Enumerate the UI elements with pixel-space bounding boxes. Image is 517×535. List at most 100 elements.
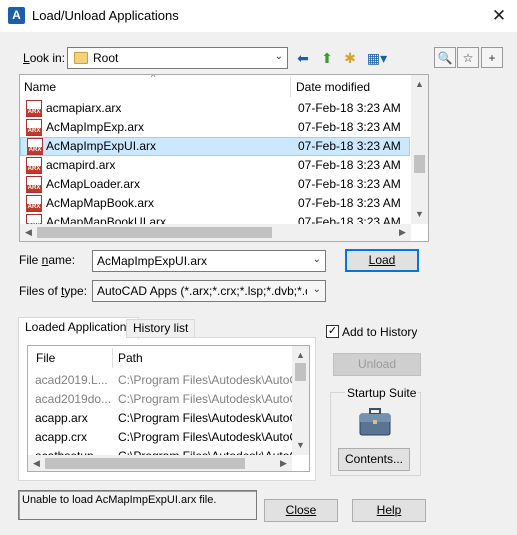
column-name-label: Name xyxy=(24,80,57,94)
file-row[interactable]: acmapird.arx 07-Feb-18 3:23 AM xyxy=(20,156,410,175)
new-folder-icon[interactable]: ✱ xyxy=(339,48,361,68)
arx-file-icon xyxy=(26,157,42,174)
loaded-app-row[interactable]: acapp.crx C:\Program Files\Autodesk\Auto… xyxy=(28,428,293,447)
scroll-right-icon[interactable]: ▶ xyxy=(275,458,292,469)
loaded-app-path: C:\Program Files\Autodesk\AutoCA... xyxy=(118,411,293,425)
scrollbar-thumb[interactable] xyxy=(37,227,272,238)
title-bar: A Load/Unload Applications ✕ xyxy=(0,0,517,32)
column-path-label: Path xyxy=(118,351,143,365)
file-name-value: AcMapImpExpUI.arx xyxy=(97,254,208,268)
scroll-up-icon[interactable]: ▲ xyxy=(292,350,309,360)
loaded-app-path: C:\Program Files\Autodesk\AutoCA... xyxy=(118,430,293,444)
loaded-app-file: acad2019do... xyxy=(35,392,112,406)
file-name-input[interactable]: AcMapImpExpUI.arx ⌄ xyxy=(92,250,326,272)
chevron-down-icon: ⌄ xyxy=(274,51,283,62)
load-button[interactable]: Load xyxy=(345,249,419,272)
views-icon[interactable]: ▦▾ xyxy=(363,48,391,68)
close-button-label: Close xyxy=(285,503,317,517)
file-row[interactable]: AcMapLoader.arx 07-Feb-18 3:23 AM xyxy=(20,175,410,194)
vertical-scrollbar[interactable]: ▲ ▼ xyxy=(411,75,428,224)
file-row-selected[interactable]: AcMapImpExpUI.arx 07-Feb-18 3:23 AM xyxy=(20,137,410,156)
help-button[interactable]: Help xyxy=(352,499,426,522)
loaded-app-row[interactable]: acad2019do... C:\Program Files\Autodesk\… xyxy=(28,390,293,409)
file-date: 07-Feb-18 3:23 AM xyxy=(298,120,401,134)
briefcase-icon[interactable] xyxy=(359,407,391,437)
column-header-file[interactable]: File xyxy=(32,346,112,370)
file-row[interactable]: AcMapMapBook.arx 07-Feb-18 3:23 AM xyxy=(20,194,410,213)
column-divider[interactable] xyxy=(290,77,291,97)
horizontal-scrollbar[interactable]: ◀ ▶ xyxy=(20,224,411,241)
scrollbar-thumb[interactable] xyxy=(414,155,425,173)
scrollbar-thumb[interactable] xyxy=(295,363,306,381)
look-in-dropdown[interactable]: Root ⌄ xyxy=(67,47,288,69)
arx-file-icon xyxy=(26,100,42,117)
add-favorite-icon[interactable]: + xyxy=(481,47,503,68)
file-date: 07-Feb-18 3:23 AM xyxy=(298,139,401,153)
file-name: acmapiarx.arx xyxy=(46,101,122,115)
contents-button-label: Contents... xyxy=(344,452,404,466)
arx-file-icon xyxy=(26,119,42,136)
file-date: 07-Feb-18 3:23 AM xyxy=(298,158,401,172)
autocad-app-icon: A xyxy=(8,7,25,24)
loaded-app-file: acad2019.L... xyxy=(35,373,108,387)
loaded-applications-list[interactable]: File Path acad2019.L... C:\Program Files… xyxy=(27,345,310,472)
arx-file-icon xyxy=(27,138,43,155)
loaded-app-path: C:\Program Files\Autodesk\AutoCA... xyxy=(118,373,293,387)
column-date-label: Date modified xyxy=(296,80,371,94)
file-row[interactable]: AcMapImpExp.arx 07-Feb-18 3:23 AM xyxy=(20,118,410,137)
close-window-button[interactable]: ✕ xyxy=(484,3,514,29)
favorites-icon[interactable]: ☆ xyxy=(457,47,479,68)
arx-file-icon xyxy=(26,195,42,212)
look-in-value: Root xyxy=(93,51,119,65)
folder-icon xyxy=(74,52,88,64)
loaded-app-path: C:\Program Files\Autodesk\AutoCA... xyxy=(118,392,293,406)
file-name: AcMapMapBook.arx xyxy=(46,196,155,210)
startup-suite-label: Startup Suite xyxy=(345,386,419,400)
help-button-label: Help xyxy=(376,503,402,517)
file-date: 07-Feb-18 3:23 AM xyxy=(298,101,401,115)
file-name: AcMapImpExpUI.arx xyxy=(46,139,157,153)
loaded-app-row[interactable]: acapp.arx C:\Program Files\Autodesk\Auto… xyxy=(28,409,293,428)
scroll-down-icon[interactable]: ▼ xyxy=(411,209,428,219)
scrollbar-thumb[interactable] xyxy=(45,458,245,469)
file-name: AcMapLoader.arx xyxy=(46,177,141,191)
loaded-app-row[interactable]: acad2019.L... C:\Program Files\Autodesk\… xyxy=(28,371,293,390)
horizontal-scrollbar[interactable]: ◀ ▶ xyxy=(28,455,292,471)
column-header-date[interactable]: Date modified xyxy=(292,75,410,99)
find-icon[interactable]: 🔍 xyxy=(434,47,456,68)
chevron-down-icon: ⌄ xyxy=(312,254,321,265)
loaded-app-file: acapp.arx xyxy=(35,411,88,425)
unload-button[interactable]: Unload xyxy=(333,353,421,376)
files-of-type-dropdown[interactable]: AutoCAD Apps (*.arx;*.crx;*.lsp;*.dvb;*.… xyxy=(92,280,326,302)
up-folder-icon[interactable]: ⬆ xyxy=(316,48,338,68)
contents-button[interactable]: Contents... xyxy=(338,448,410,471)
tab-loaded-applications[interactable]: Loaded Applications xyxy=(18,317,140,339)
scroll-right-icon[interactable]: ▶ xyxy=(394,227,411,238)
vertical-scrollbar[interactable]: ▲ ▼ xyxy=(292,346,309,455)
column-header-path[interactable]: Path xyxy=(114,346,289,370)
add-to-history-label: Add to History xyxy=(342,325,418,339)
file-name-label: File name: xyxy=(19,253,76,267)
files-of-type-value: AutoCAD Apps (*.arx;*.crx;*.lsp;*.dvb;*.… xyxy=(97,284,307,298)
scroll-left-icon[interactable]: ◀ xyxy=(28,458,45,469)
file-row[interactable]: acmapiarx.arx 07-Feb-18 3:23 AM xyxy=(20,99,410,118)
scroll-up-icon[interactable]: ▲ xyxy=(411,79,428,89)
file-list[interactable]: Name ^ Date modified acmapiarx.arx 07-Fe… xyxy=(19,74,429,242)
add-to-history-checkbox[interactable]: ✓ xyxy=(326,325,339,338)
back-icon[interactable]: ⬅ xyxy=(292,48,314,68)
scroll-left-icon[interactable]: ◀ xyxy=(20,227,37,238)
files-of-type-label: Files of type: xyxy=(19,284,88,298)
file-name: acmapird.arx xyxy=(46,158,116,172)
scroll-down-icon[interactable]: ▼ xyxy=(292,440,309,450)
file-date: 07-Feb-18 3:23 AM xyxy=(298,196,401,210)
status-message: Unable to load AcMapImpExpUI.arx file. xyxy=(18,490,257,520)
chevron-down-icon: ⌄ xyxy=(312,284,321,295)
column-divider[interactable] xyxy=(112,348,113,368)
tab-history-list[interactable]: History list xyxy=(126,319,196,338)
loaded-app-file: acapp.crx xyxy=(35,430,88,444)
close-button[interactable]: Close xyxy=(264,499,338,522)
load-button-label: Load xyxy=(368,253,396,267)
arx-file-icon xyxy=(26,176,42,193)
column-file-label: File xyxy=(36,351,56,365)
look-in-label: Look in: xyxy=(23,51,66,65)
